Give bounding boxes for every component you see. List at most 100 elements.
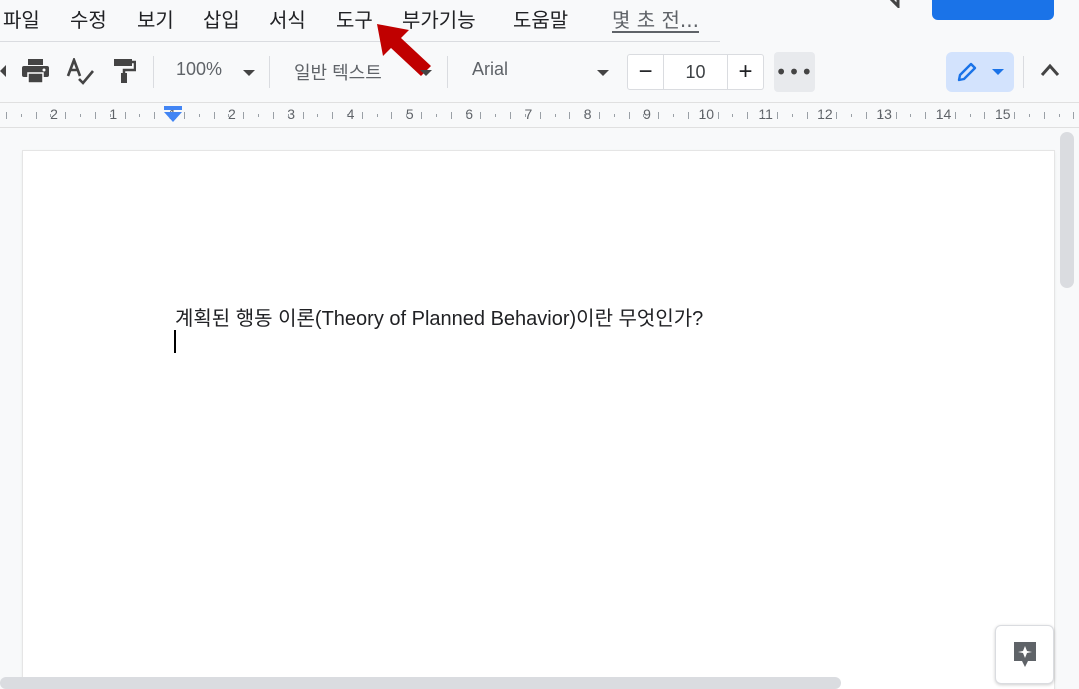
increase-font-size-button[interactable]: + <box>727 55 763 89</box>
print-icon[interactable] <box>22 59 49 83</box>
toolbar-separator <box>447 56 448 88</box>
ruler-tick <box>139 114 141 117</box>
menu-tools[interactable]: 도구 <box>336 4 373 33</box>
editing-mode-button[interactable] <box>946 52 1014 92</box>
ruler-tick <box>465 114 467 117</box>
menu-bar: 파일 수정 보기 삽입 서식 도구 부가기능 도움말 몇 초 전... <box>0 0 720 42</box>
ruler-tick <box>332 112 334 119</box>
ruler-tick <box>865 112 867 119</box>
ruler-tick <box>243 112 245 119</box>
decrease-font-size-button[interactable]: − <box>628 55 664 89</box>
ruler-tick <box>1014 112 1016 119</box>
ruler-tick <box>109 114 111 117</box>
ruler-tick <box>717 112 719 119</box>
ruler-tick <box>154 112 156 119</box>
ruler-tick <box>198 114 200 117</box>
ruler-number: 12 <box>817 106 833 122</box>
ruler-tick <box>510 112 512 119</box>
explore-button[interactable] <box>995 625 1054 684</box>
ruler-tick <box>406 114 408 117</box>
ruler-tick <box>421 112 423 119</box>
ruler-tick <box>851 114 853 117</box>
ruler-tick <box>776 112 778 119</box>
menu-view[interactable]: 보기 <box>137 4 174 33</box>
document-text-line[interactable]: 계획된 행동 이론(Theory of Planned Behavior)이란 … <box>175 302 703 331</box>
ruler-tick <box>391 112 393 119</box>
ruler-tick <box>317 114 319 117</box>
ruler-tick <box>65 112 67 119</box>
ruler-tick <box>702 114 704 117</box>
ruler-tick <box>895 112 897 119</box>
indent-marker-icon[interactable] <box>163 106 183 126</box>
chevron-down-icon <box>992 69 1004 75</box>
text-cursor <box>174 330 176 353</box>
ruler-tick <box>35 112 37 119</box>
ruler-tick <box>1043 112 1045 119</box>
font-select[interactable]: Arial <box>472 59 508 80</box>
menu-format[interactable]: 서식 <box>269 4 306 33</box>
ruler-tick <box>554 114 556 117</box>
pencil-icon <box>957 62 977 82</box>
menu-help[interactable]: 도움말 <box>513 4 568 33</box>
ruler-tick <box>1073 112 1075 119</box>
ruler-tick <box>80 114 82 117</box>
vertical-scrollbar[interactable] <box>1060 132 1074 288</box>
horizontal-scrollbar[interactable] <box>0 677 841 689</box>
ruler-tick <box>939 114 941 117</box>
ruler-tick <box>124 112 126 119</box>
ruler-tick <box>925 112 927 119</box>
zoom-select[interactable]: 100% <box>176 59 222 80</box>
ruler-tick <box>599 112 600 119</box>
paragraph-style-select[interactable]: 일반 텍스트 <box>294 59 382 85</box>
document-page[interactable] <box>23 151 1054 689</box>
ruler-tick <box>346 114 348 117</box>
ruler-tick <box>910 114 912 117</box>
ruler-tick <box>821 114 823 117</box>
ruler-tick <box>791 114 793 117</box>
ruler-tick <box>969 114 971 117</box>
ruler-tick <box>480 112 482 119</box>
ruler-tick <box>6 112 7 119</box>
ruler-tick <box>183 112 185 119</box>
spellcheck-icon[interactable] <box>66 58 96 86</box>
chevron-up-icon[interactable] <box>1040 63 1060 77</box>
ruler-tick <box>658 112 660 119</box>
paint-format-icon[interactable] <box>112 58 136 84</box>
ruler-tick <box>984 112 986 119</box>
toolbar-separator <box>1023 56 1024 88</box>
ruler-tick <box>376 114 378 117</box>
share-button[interactable] <box>932 0 1054 20</box>
chevron-down-icon[interactable] <box>597 70 609 76</box>
ruler-tick <box>50 114 52 117</box>
more-options-button[interactable]: ••• <box>774 52 815 92</box>
ruler-tick <box>1028 114 1030 117</box>
toolbar: 100% 일반 텍스트 Arial − 10 + ••• <box>0 44 1079 100</box>
ruler-tick <box>524 114 526 117</box>
ruler[interactable]: 21123456789101112131415 <box>0 102 1079 128</box>
menu-insert[interactable]: 삽입 <box>203 4 240 33</box>
ruler-number: 15 <box>995 106 1011 122</box>
ruler-tick <box>1058 114 1060 117</box>
font-size-input[interactable]: 10 <box>664 55 727 89</box>
ruler-tick <box>94 112 96 119</box>
ruler-tick <box>643 114 645 117</box>
comment-icon[interactable] <box>866 0 900 8</box>
ruler-tick <box>228 114 230 117</box>
last-edit-link[interactable]: 몇 초 전... <box>612 4 699 33</box>
ruler-tick <box>450 112 452 119</box>
undo-partial-icon[interactable] <box>0 64 8 78</box>
ruler-tick <box>806 112 808 119</box>
chevron-down-icon[interactable] <box>420 70 432 76</box>
ruler-tick <box>732 114 734 117</box>
menu-file[interactable]: 파일 <box>3 4 40 33</box>
menu-edit[interactable]: 수정 <box>70 4 107 33</box>
ruler-tick <box>687 112 689 119</box>
ruler-tick <box>495 114 497 117</box>
ruler-tick <box>747 112 749 119</box>
ruler-tick <box>20 114 22 117</box>
chevron-down-icon[interactable] <box>243 70 255 76</box>
ruler-tick <box>258 114 260 117</box>
ruler-tick <box>613 114 615 117</box>
toolbar-separator <box>269 56 270 88</box>
ruler-number: 14 <box>935 106 952 122</box>
